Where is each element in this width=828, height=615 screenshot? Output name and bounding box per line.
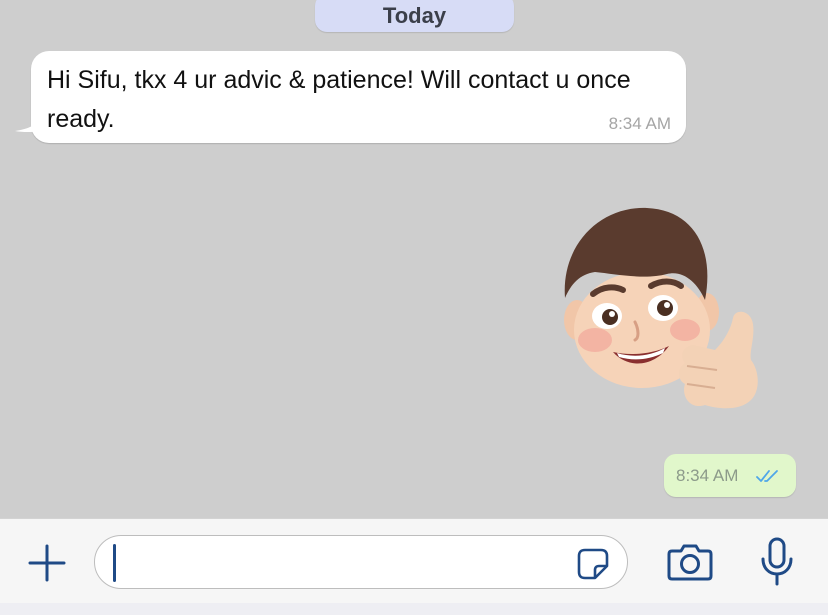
message-timestamp: 8:34 AM	[676, 465, 739, 485]
camera-icon	[667, 544, 713, 581]
message-composer	[0, 518, 828, 615]
bottom-safe-area	[0, 603, 828, 615]
camera-button[interactable]	[666, 541, 714, 583]
memoji-sticker[interactable]	[555, 200, 770, 425]
plus-icon	[28, 544, 66, 582]
incoming-message-bubble[interactable]: Hi Sifu, tkx 4 ur advic & patience! Will…	[15, 51, 686, 143]
sticker-button[interactable]	[575, 546, 611, 582]
date-separator: Today	[315, 0, 514, 32]
sticker-icon	[577, 548, 609, 580]
message-input-field[interactable]	[94, 535, 628, 589]
message-timestamp: 8:34 AM	[608, 114, 671, 133]
memoji-thumbs-up-icon	[564, 207, 758, 409]
microphone-icon	[761, 537, 793, 586]
add-attachment-button[interactable]	[26, 542, 68, 584]
chat-area[interactable]: Today Hi Sifu, tkx 4 ur advic & patience…	[0, 0, 828, 518]
bubble-tail	[15, 111, 45, 133]
voice-message-button[interactable]	[757, 537, 797, 587]
double-check-icon	[756, 470, 778, 482]
message-input[interactable]	[113, 541, 553, 583]
outgoing-message-bubble[interactable]: 8:34 AM	[664, 454, 796, 497]
date-label: Today	[382, 3, 447, 28]
message-text: Hi Sifu, tkx 4 ur advic & patience! Will…	[47, 66, 631, 133]
